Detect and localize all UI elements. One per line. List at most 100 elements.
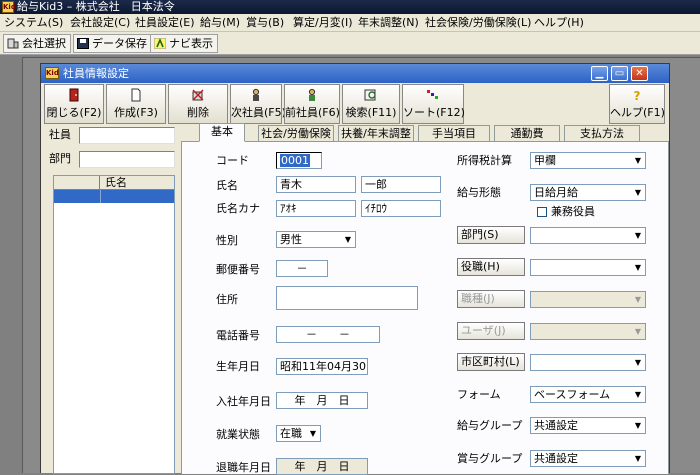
chevron-down-icon[interactable]: ▼ xyxy=(631,260,645,275)
window-logo-icon: Kid xyxy=(45,67,59,79)
gender-label: 性別 xyxy=(216,234,238,247)
chevron-down-icon[interactable]: ▼ xyxy=(631,185,645,200)
delete-icon xyxy=(192,89,204,101)
menu-help[interactable]: ヘルプ(H) xyxy=(534,16,584,30)
employee-list[interactable]: 氏名 xyxy=(53,175,175,474)
job-type-button[interactable]: 職種(J) xyxy=(457,290,525,308)
hire-date-input[interactable]: 年 月 日 xyxy=(276,392,368,409)
menu-year-end[interactable]: 年末調整(N) xyxy=(358,16,419,30)
employee-label: 社員 xyxy=(49,128,71,141)
user-button[interactable]: ユーザ(J) xyxy=(457,322,525,340)
app-title: 給与Kid3 – 株式会社 日本法令 xyxy=(17,0,175,13)
menu-bonus[interactable]: 賞与(B) xyxy=(246,16,284,30)
job-type-select[interactable]: ▼ xyxy=(530,291,646,308)
data-save-button[interactable]: データ保存 xyxy=(73,34,152,53)
kana-label: 氏名カナ xyxy=(216,202,260,215)
last-name-input[interactable]: 青木 xyxy=(276,176,356,193)
minimize-icon[interactable]: ▁ xyxy=(591,66,608,81)
window-titlebar[interactable]: Kid 社員情報設定 ▁ ▭ ✕ xyxy=(41,64,669,83)
city-select[interactable]: ▼ xyxy=(530,354,646,371)
hire-label: 入社年月日 xyxy=(216,395,271,408)
dept-filter-input[interactable] xyxy=(79,151,175,168)
phone-input[interactable]: － － xyxy=(276,326,380,343)
chevron-down-icon[interactable]: ▼ xyxy=(631,324,645,339)
next-employee-button[interactable]: 次社員(F5) xyxy=(230,84,286,124)
command-button-row: 閉じる(F2) 作成(F3) 削除 次社員(F5) 前社員(F6) 検索(F11… xyxy=(43,84,669,126)
help-button[interactable]: ? ヘルプ(F1) xyxy=(609,84,665,124)
list-item[interactable] xyxy=(54,190,174,203)
tab-payment[interactable]: 支払方法 xyxy=(564,125,640,141)
chevron-down-icon[interactable]: ▼ xyxy=(631,355,645,370)
sort-button[interactable]: ソート(F12) xyxy=(402,84,465,124)
list-header-name[interactable]: 氏名 xyxy=(101,176,174,190)
search-button[interactable]: 検索(F11) xyxy=(342,84,400,124)
form-value: ベースフォーム xyxy=(534,388,611,401)
chevron-down-icon[interactable]: ▼ xyxy=(631,153,645,168)
income-tax-select[interactable]: 甲欄 ▼ xyxy=(530,152,646,169)
save-icon xyxy=(77,38,89,49)
gender-select[interactable]: 男性 ▼ xyxy=(276,231,356,248)
salary-group-select[interactable]: 共通設定 ▼ xyxy=(530,417,646,434)
navi-show-button[interactable]: ナビ表示 xyxy=(150,34,218,53)
address-input[interactable] xyxy=(276,286,418,310)
tab-social-insurance[interactable]: 社会/労働保険 xyxy=(258,125,334,141)
code-input[interactable]: 0001 xyxy=(276,152,322,169)
position-select[interactable]: ▼ xyxy=(530,259,646,276)
prev-employee-button[interactable]: 前社員(F6) xyxy=(284,84,340,124)
bonus-group-select[interactable]: 共通設定 ▼ xyxy=(530,450,646,467)
officer-checkbox[interactable] xyxy=(537,207,547,217)
menu-bar: システム(S) 会社設定(C) 社員設定(E) 給与(M) 賞与(B) 算定/月… xyxy=(0,14,700,32)
employment-status-value: 在職 xyxy=(280,427,302,440)
company-select-button[interactable]: 会社選択 xyxy=(3,34,71,53)
chevron-down-icon[interactable]: ▼ xyxy=(631,387,645,402)
app-logo-icon: Kid xyxy=(2,1,16,13)
delete-button[interactable]: 削除 xyxy=(168,84,228,124)
chevron-down-icon[interactable]: ▼ xyxy=(631,451,645,466)
user-select[interactable]: ▼ xyxy=(530,323,646,340)
salary-group-label: 給与グループ xyxy=(457,419,523,432)
list-header-blank xyxy=(54,176,100,190)
menu-calc-monthly[interactable]: 算定/月変(I) xyxy=(293,16,353,30)
employment-status-select[interactable]: 在職 ▼ xyxy=(276,425,321,442)
officer-label: 兼務役員 xyxy=(551,205,595,218)
city-button[interactable]: 市区町村(L) xyxy=(457,353,525,371)
first-name-input[interactable]: 一郎 xyxy=(361,176,441,193)
birth-date-input[interactable]: 昭和11年04月30日 xyxy=(276,358,368,375)
retire-date-input[interactable]: 年 月 日 xyxy=(276,458,368,475)
chevron-down-icon[interactable]: ▼ xyxy=(306,426,320,441)
menu-employee-settings[interactable]: 社員設定(E) xyxy=(135,16,195,30)
create-button[interactable]: 作成(F3) xyxy=(106,84,166,124)
close-icon[interactable]: ✕ xyxy=(631,66,648,81)
tab-dependents[interactable]: 扶養/年末調整 xyxy=(338,125,414,141)
restore-icon[interactable]: ▭ xyxy=(611,66,628,81)
tab-allowances[interactable]: 手当項目 xyxy=(418,125,490,141)
dept-button[interactable]: 部門(S) xyxy=(457,226,525,244)
sort-button-label: ソート(F12) xyxy=(403,106,465,119)
chevron-down-icon[interactable]: ▼ xyxy=(631,292,645,307)
menu-company-settings[interactable]: 会社設定(C) xyxy=(70,16,130,30)
employee-filter-input[interactable] xyxy=(79,127,175,144)
menu-salary[interactable]: 給与(M) xyxy=(200,16,240,30)
chevron-down-icon[interactable]: ▼ xyxy=(631,228,645,243)
bonus-group-label: 賞与グループ xyxy=(457,452,523,465)
position-button[interactable]: 役職(H) xyxy=(457,258,525,276)
list-header: 氏名 xyxy=(54,176,174,190)
delete-button-label: 削除 xyxy=(187,106,209,119)
chevron-down-icon[interactable]: ▼ xyxy=(341,232,355,247)
menu-insurance[interactable]: 社会保険/労働保険(L) xyxy=(425,16,531,30)
company-select-label: 会社選択 xyxy=(22,37,66,50)
close-button[interactable]: 閉じる(F2) xyxy=(44,84,104,124)
first-kana-input[interactable]: ｲﾁﾛｳ xyxy=(361,200,441,217)
chevron-down-icon[interactable]: ▼ xyxy=(631,418,645,433)
menu-system[interactable]: システム(S) xyxy=(4,16,63,30)
form-select[interactable]: ベースフォーム ▼ xyxy=(530,386,646,403)
close-button-label: 閉じる(F2) xyxy=(46,106,102,119)
door-icon xyxy=(69,88,79,102)
help-icon: ? xyxy=(634,89,641,102)
dept-select[interactable]: ▼ xyxy=(530,227,646,244)
pay-form-select[interactable]: 日給月給 ▼ xyxy=(530,184,646,201)
tab-commute[interactable]: 通勤費 xyxy=(494,125,560,141)
last-kana-input[interactable]: ｱｵｷ xyxy=(276,200,356,217)
tab-basic[interactable]: 基本 xyxy=(199,123,245,142)
postal-input[interactable]: － xyxy=(276,260,328,277)
